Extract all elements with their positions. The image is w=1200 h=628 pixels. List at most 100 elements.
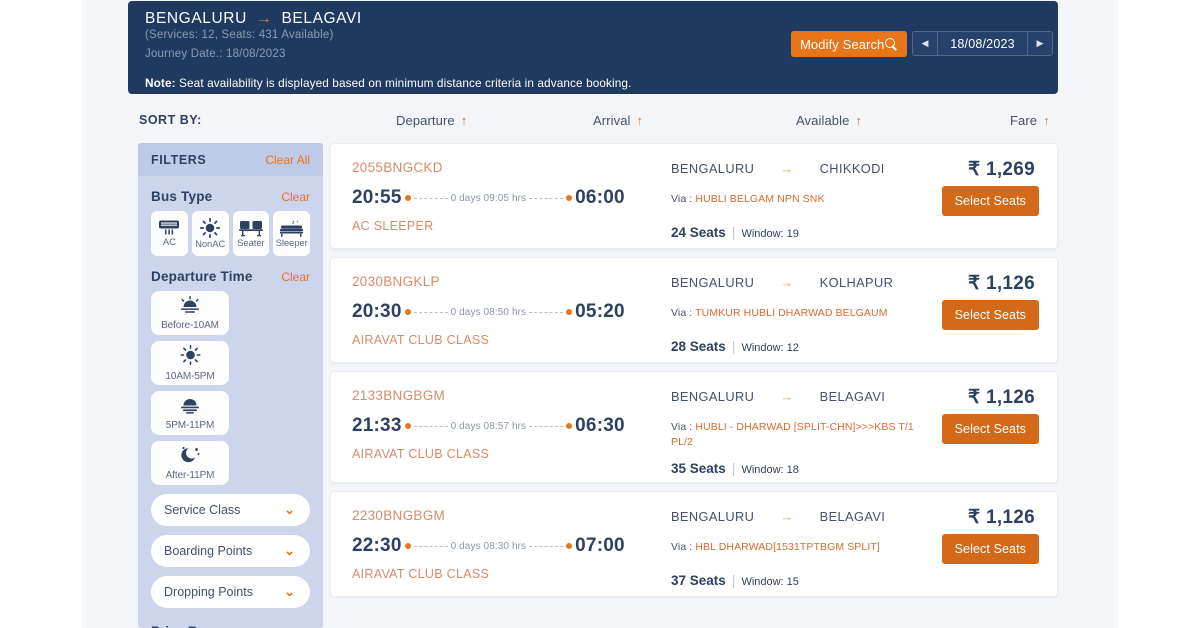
page-root: BENGALURU → BELAGAVI (Services: 12, Seat… [0, 0, 1200, 628]
departure-time: 21:33 [352, 415, 402, 437]
filter-chip-nonac-label: NonAC [195, 239, 225, 250]
boarding-points-dropdown[interactable]: Boarding Points ⌄ [151, 535, 310, 567]
arrival-time: 07:00 [575, 535, 625, 557]
destination-dot-icon [566, 309, 572, 315]
sort-fare[interactable]: Fare ↑ [1010, 113, 1050, 128]
next-date-button[interactable]: ▶ [1027, 32, 1052, 55]
sort-bar: SORT BY: Departure ↑ Arrival ↑ Available… [128, 110, 1058, 134]
filter-chip-5pm-11pm-label: 5PM-11PM [166, 420, 214, 431]
departure-time-title: Departure Time [151, 269, 253, 284]
seat-availability: 37 Seats | Window: 15 [671, 572, 799, 588]
filter-chip-before-10am[interactable]: Before-10AM [151, 291, 229, 335]
seat-availability: 28 Seats | Window: 12 [671, 338, 799, 354]
dropping-points-label: Dropping Points [164, 585, 253, 599]
seats-count: 35 Seats [671, 461, 726, 476]
filter-chip-after-11pm[interactable]: After-11PM [151, 441, 229, 485]
filter-chip-10am-5pm[interactable]: 10AM-5PM [151, 341, 229, 385]
boarding-points-label: Boarding Points [164, 544, 252, 558]
filter-chip-ac[interactable]: AC [151, 211, 188, 256]
service-code: 2230BNGBGM [352, 508, 445, 523]
via-label: Via : [671, 421, 695, 433]
route-summary: BENGALURU → CHIKKODI [671, 161, 885, 176]
results-list: 2055BNGCKD 20:55 0 days 09:05 hrs 06:00 … [330, 143, 1058, 605]
moon-icon [179, 445, 201, 469]
select-seats-button[interactable]: Select Seats [942, 414, 1039, 444]
via-route: Via : HBL DHARWAD[1531TPTBGM SPLIT] [671, 540, 929, 555]
sort-departure-label: Departure [396, 113, 455, 128]
route-destination: CHIKKODI [820, 161, 885, 176]
journey-date-value[interactable]: 18/08/2023 [938, 32, 1027, 55]
filter-chip-ac-label: AC [163, 237, 176, 248]
arrow-up-icon: ↑ [461, 114, 468, 127]
origin-dot-icon [405, 543, 411, 549]
table-row[interactable]: 2030BNGKLP 20:30 0 days 08:50 hrs 05:20 … [330, 257, 1058, 363]
svg-text:z: z [297, 219, 299, 224]
banner-origin: BENGALURU [145, 10, 247, 28]
select-seats-button[interactable]: Select Seats [942, 186, 1039, 216]
svg-text:z: z [292, 220, 295, 226]
price-range-title: Price Range [151, 624, 310, 628]
seats-count: 24 Seats [671, 225, 726, 240]
route-destination: BELAGAVI [820, 389, 886, 404]
banner-note: Note: Seat availability is displayed bas… [145, 76, 631, 90]
arrow-right-icon: → [780, 161, 793, 176]
ac-unit-icon [157, 219, 181, 236]
via-route: Via : HUBLI BELGAM NPN SNK [671, 192, 929, 207]
arrow-right-icon: → [780, 389, 793, 404]
filter-chip-sleeper[interactable]: z z Sleeper [273, 211, 310, 256]
clear-all-filters-button[interactable]: Clear All [265, 153, 310, 167]
sun-icon [180, 345, 201, 370]
bus-class: AIRAVAT CLUB CLASS [352, 333, 489, 347]
journey-duration: 0 days 09:05 hrs [451, 193, 527, 204]
departure-time-filter-group: Departure Time Clear [138, 269, 323, 485]
select-seats-button[interactable]: Select Seats [942, 300, 1039, 330]
modify-search-button[interactable]: Modify Search [791, 31, 907, 57]
banner-note-text: Seat availability is displayed based on … [176, 76, 632, 90]
filter-chip-after-11pm-label: After-11PM [166, 470, 215, 481]
service-code: 2055BNGCKD [352, 160, 443, 175]
duration-line: 0 days 08:50 hrs [405, 307, 573, 318]
table-row[interactable]: 2133BNGBGM 21:33 0 days 08:57 hrs 06:30 … [330, 371, 1058, 483]
select-seats-button[interactable]: Select Seats [942, 534, 1039, 564]
arrival-time: 06:00 [575, 187, 625, 209]
modify-search-label: Modify Search [800, 37, 884, 52]
filter-chip-5pm-11pm[interactable]: 5PM-11PM [151, 391, 229, 435]
table-row[interactable]: 2230BNGBGM 22:30 0 days 08:30 hrs 07:00 … [330, 491, 1058, 597]
route-summary: BENGALURU → KOLHAPUR [671, 275, 893, 290]
sort-available[interactable]: Available ↑ [796, 113, 862, 128]
table-row[interactable]: 2055BNGCKD 20:55 0 days 09:05 hrs 06:00 … [330, 143, 1058, 249]
route-origin: BENGALURU [671, 275, 754, 290]
date-navigator: ◀ 18/08/2023 ▶ [912, 31, 1053, 56]
bus-type-clear-button[interactable]: Clear [281, 190, 310, 204]
journey-times: 20:30 0 days 08:50 hrs 05:20 [352, 301, 625, 323]
service-class-dropdown[interactable]: Service Class ⌄ [151, 494, 310, 526]
sort-by-label: SORT BY: [139, 113, 202, 127]
prev-date-button[interactable]: ◀ [913, 32, 938, 55]
filter-chip-before-10am-label: Before-10AM [161, 320, 219, 331]
dropping-points-dropdown[interactable]: Dropping Points ⌄ [151, 576, 310, 608]
content-frame: BENGALURU → BELAGAVI (Services: 12, Seat… [82, 0, 1118, 628]
filter-chip-seater[interactable]: Seater [233, 211, 270, 256]
dash-line [529, 312, 563, 313]
sunrise-icon [178, 296, 202, 319]
seats-count: 37 Seats [671, 573, 726, 588]
departure-time-clear-button[interactable]: Clear [281, 270, 310, 284]
departure-time: 20:30 [352, 301, 402, 323]
service-class-label: Service Class [164, 503, 240, 517]
journey-duration: 0 days 08:50 hrs [451, 307, 527, 318]
banner-note-prefix: Note: [145, 76, 176, 90]
fare-amount: ₹ 1,126 [968, 386, 1035, 409]
filter-chip-nonac[interactable]: NonAC [192, 211, 229, 256]
sort-arrival[interactable]: Arrival ↑ [593, 113, 643, 128]
service-code: 2030BNGKLP [352, 274, 440, 289]
window-seats: Window: 15 [741, 576, 798, 588]
via-label: Via : [671, 307, 695, 319]
window-seats: Window: 12 [741, 342, 798, 354]
via-route: Via : TUMKUR HUBLI DHARWAD BELGAUM [671, 306, 929, 321]
origin-dot-icon [405, 423, 411, 429]
arrival-time: 05:20 [575, 301, 625, 323]
departure-time-header: Departure Time Clear [151, 269, 310, 284]
sort-departure[interactable]: Departure ↑ [396, 113, 467, 128]
chevron-down-icon: ⌄ [284, 543, 295, 559]
bed-icon: z z [278, 219, 305, 237]
